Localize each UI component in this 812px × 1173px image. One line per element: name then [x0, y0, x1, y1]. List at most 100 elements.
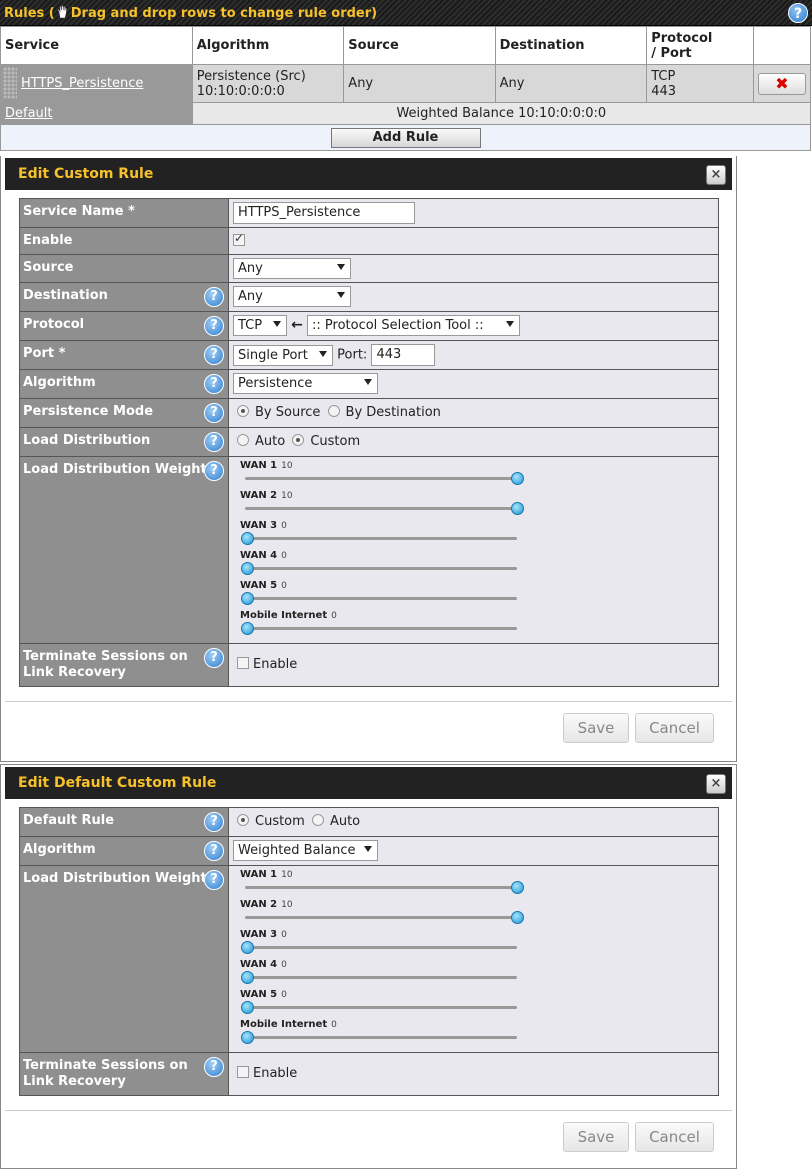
- slider-track[interactable]: [245, 477, 517, 480]
- algorithm-line2: 10:10:0:0:0:0: [196, 83, 285, 99]
- source-cell: Any: [343, 64, 496, 103]
- help-icon[interactable]: ?: [204, 841, 224, 861]
- divider: [5, 701, 732, 702]
- slider-track[interactable]: [245, 916, 517, 919]
- service-link[interactable]: HTTPS_Persistence: [21, 76, 143, 91]
- slider-track[interactable]: [245, 507, 517, 510]
- add-rule-button[interactable]: Add Rule: [330, 127, 481, 148]
- default-link[interactable]: Default: [5, 106, 53, 121]
- protocol-tool-value: :: Protocol Selection Tool ::: [312, 318, 484, 333]
- save-button[interactable]: Save: [563, 713, 629, 743]
- chevron-down-icon: [273, 321, 281, 327]
- port-mode-select[interactable]: Single Port: [233, 344, 333, 366]
- cancel-button[interactable]: Cancel: [635, 1122, 714, 1152]
- custom-rule-form: Service Name * HTTPS_Persistence Enable …: [19, 198, 719, 687]
- col-protocol-line2: / Port: [651, 45, 692, 61]
- slider-wan4: WAN 40: [233, 958, 714, 988]
- help-icon[interactable]: ?: [204, 461, 224, 481]
- slider-name: WAN 1: [240, 460, 278, 471]
- row-load-distribution: Load Distribution? Auto Custom: [19, 427, 719, 457]
- slider-handle[interactable]: [241, 1031, 254, 1044]
- cancel-button[interactable]: Cancel: [635, 713, 714, 743]
- slider-handle[interactable]: [241, 971, 254, 984]
- slider-handle[interactable]: [511, 472, 524, 485]
- source-select[interactable]: Any: [233, 258, 351, 279]
- slider-track[interactable]: [245, 537, 517, 540]
- help-icon[interactable]: ?: [788, 3, 808, 23]
- algorithm-line1: Persistence (Src): [196, 68, 306, 84]
- slider-track[interactable]: [245, 976, 517, 979]
- help-icon[interactable]: ?: [204, 1057, 224, 1077]
- terminate-enable-checkbox[interactable]: [237, 1066, 249, 1078]
- help-icon[interactable]: ?: [204, 432, 224, 452]
- service-name-input[interactable]: HTTPS_Persistence: [233, 202, 415, 224]
- label-algorithm-text: Algorithm: [23, 375, 96, 390]
- slider-handle[interactable]: [241, 941, 254, 954]
- label-ldw-text: Load Distribution Weight: [23, 462, 207, 477]
- chevron-down-icon: [319, 350, 327, 357]
- default-cell: Default: [0, 102, 193, 125]
- slider-track[interactable]: [245, 946, 517, 949]
- slider-wan3: WAN 30: [233, 519, 714, 549]
- slider-handle[interactable]: [241, 532, 254, 545]
- close-icon[interactable]: ×: [706, 165, 726, 185]
- by-destination-radio[interactable]: [327, 405, 340, 417]
- weight-sliders: WAN 1 10 WAN 2 10 WAN 30 WAN 40 WAN 50 Mob…: [228, 865, 719, 1053]
- slider-handle[interactable]: [241, 592, 254, 605]
- save-button[interactable]: Save: [563, 1122, 629, 1152]
- help-icon[interactable]: ?: [204, 648, 224, 668]
- help-icon[interactable]: ?: [204, 287, 224, 307]
- auto-radio[interactable]: [237, 434, 249, 446]
- by-source-radio[interactable]: [237, 405, 249, 417]
- destination-select-value: Any: [238, 289, 263, 304]
- help-icon[interactable]: ?: [204, 812, 224, 832]
- port-input[interactable]: 443: [371, 344, 436, 366]
- table-row[interactable]: HTTPS_Persistence Persistence (Src) 10:10…: [0, 64, 811, 103]
- auto-radio[interactable]: [311, 814, 324, 826]
- slider-handle[interactable]: [241, 622, 254, 635]
- label-load-distribution: Load Distribution?: [19, 427, 229, 457]
- help-icon[interactable]: ?: [204, 403, 224, 423]
- slider-track[interactable]: [245, 597, 517, 600]
- help-icon[interactable]: ?: [204, 345, 224, 365]
- delete-rule-button[interactable]: ✖: [758, 72, 806, 95]
- custom-label: Custom: [310, 434, 361, 449]
- slider-handle[interactable]: [241, 1001, 254, 1014]
- label-persistence-mode-text: Persistence Mode: [23, 404, 154, 419]
- slider-track[interactable]: [245, 886, 517, 889]
- close-icon[interactable]: ×: [706, 774, 726, 794]
- help-icon[interactable]: ?: [204, 316, 224, 336]
- destination-cell: Any: [494, 64, 648, 103]
- help-icon[interactable]: ?: [204, 374, 224, 394]
- custom-radio[interactable]: [237, 814, 249, 826]
- dialog-header: Edit Custom Rule ×: [5, 158, 732, 190]
- slider-track[interactable]: [245, 627, 517, 630]
- slider-handle[interactable]: [241, 562, 254, 575]
- slider-track[interactable]: [245, 567, 517, 570]
- slider-value: 0: [281, 960, 287, 970]
- value-algorithm: Weighted Balance: [228, 836, 719, 866]
- default-value: Weighted Balance 10:10:0:0:0:0: [191, 102, 812, 125]
- slider-handle[interactable]: [511, 911, 524, 924]
- col-protocol-line1: Protocol: [651, 30, 713, 46]
- row-algorithm: Algorithm? Weighted Balance: [19, 836, 719, 866]
- slider-track[interactable]: [245, 1036, 517, 1039]
- label-ldw-text: Load Distribution Weight: [23, 871, 207, 886]
- slider-handle[interactable]: [511, 502, 524, 515]
- protocol-tool-select[interactable]: :: Protocol Selection Tool ::: [307, 315, 521, 336]
- slider-track[interactable]: [245, 1006, 517, 1009]
- default-rule-form: Default Rule? Custom Auto Algorithm? Wei…: [19, 807, 719, 1096]
- protocol-select[interactable]: TCP: [233, 315, 287, 336]
- help-icon[interactable]: ?: [204, 870, 224, 890]
- algorithm-select[interactable]: Persistence: [233, 373, 378, 394]
- drag-handle-icon[interactable]: [3, 67, 17, 99]
- custom-radio[interactable]: [292, 434, 305, 446]
- enable-checkbox[interactable]: [233, 231, 245, 246]
- label-source: Source: [19, 254, 229, 283]
- slider-handle[interactable]: [511, 881, 524, 894]
- algorithm-select[interactable]: Weighted Balance: [233, 840, 378, 861]
- terminate-enable-checkbox[interactable]: [237, 657, 249, 669]
- destination-select[interactable]: Any: [233, 286, 351, 307]
- row-port: Port *? Single Port Port: 443: [19, 340, 719, 370]
- slider-label: WAN 2 10: [240, 490, 293, 501]
